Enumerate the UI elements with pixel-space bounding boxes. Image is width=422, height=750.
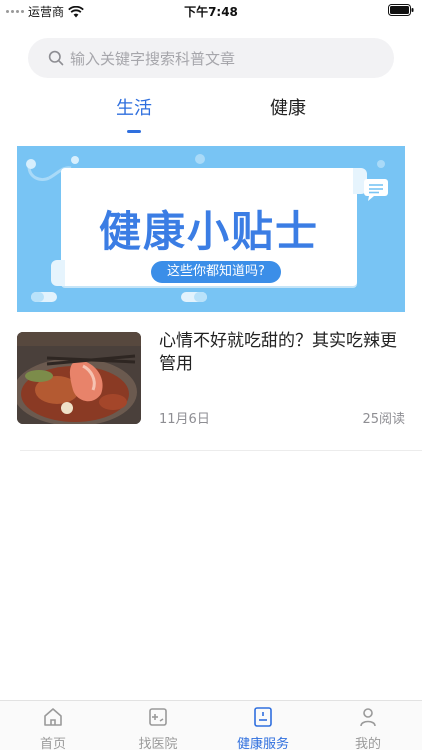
article-read-count: 25阅读 (362, 412, 405, 427)
tab-active-indicator (127, 130, 141, 133)
tabbar-label-hospital: 找医院 (138, 737, 178, 750)
tabbar-label-profile: 我的 (354, 737, 381, 750)
bottom-tab-bar: 首页 找医院 健康服务 我的 (0, 700, 422, 750)
tabbar-item-profile[interactable]: 我的 (328, 705, 408, 750)
pill-icon (181, 292, 207, 302)
profile-icon (360, 708, 376, 727)
article-title: 心情不好就吃甜的？其实吃辣更管用 (159, 331, 397, 374)
hospital-icon (149, 708, 167, 726)
battery-icon (388, 4, 414, 16)
tabbar-label-health-service: 健康服务 (236, 737, 289, 750)
search-placeholder: 输入关键字搜索科普文章 (70, 49, 236, 68)
article-thumbnail (17, 332, 141, 424)
tab-life[interactable]: 生活 (116, 94, 152, 120)
banner-card: 健康小贴士 这些你都知道吗? (51, 168, 367, 286)
banner-subtitle: 这些你都知道吗? (151, 261, 281, 283)
search-bar[interactable]: 输入关键字搜索科普文章 (28, 38, 394, 78)
tabbar-item-health-service[interactable]: 健康服务 (223, 705, 303, 750)
health-service-icon (254, 707, 272, 727)
hotpot-image (17, 332, 141, 424)
list-divider (20, 450, 422, 451)
decoration-dot (195, 154, 205, 164)
decoration-dot (377, 160, 385, 168)
status-bar: 运营商 下午7:48 (0, 0, 422, 20)
tabbar-item-home[interactable]: 首页 (13, 705, 93, 750)
tabbar-label-home: 首页 (39, 737, 66, 750)
banner-title: 健康小贴士 (98, 207, 319, 256)
chat-bubble-icon (364, 179, 388, 201)
article-item[interactable]: 心情不好就吃甜的？其实吃辣更管用 11月6日 25阅读 (17, 330, 405, 427)
status-time: 下午7:48 (184, 5, 238, 19)
article-date: 11月6日 (159, 412, 210, 427)
home-icon (44, 708, 62, 726)
pill-icon (31, 292, 57, 302)
tabbar-item-hospital[interactable]: 找医院 (118, 705, 198, 750)
category-tabs: 生活 健康 (0, 92, 422, 136)
search-icon (48, 50, 64, 66)
tab-health[interactable]: 健康 (270, 94, 306, 120)
banner[interactable]: 健康小贴士 这些你都知道吗? (17, 146, 405, 312)
